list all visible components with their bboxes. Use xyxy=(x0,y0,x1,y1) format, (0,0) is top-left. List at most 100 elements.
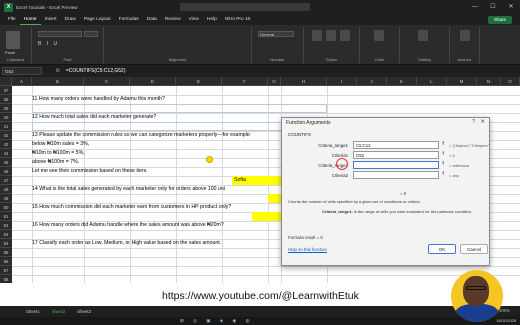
editing-icon[interactable] xyxy=(418,30,428,41)
row-header[interactable]: 54 xyxy=(0,239,12,249)
row-header[interactable]: 38 xyxy=(0,95,12,105)
cancel-button[interactable]: Cancel xyxy=(460,244,488,254)
formula-input[interactable]: =COUNTIFS(C5:C12,G52) xyxy=(66,68,126,74)
menu-nitro[interactable]: Nitro Pro 10 xyxy=(221,14,255,25)
grid-hline xyxy=(12,266,520,267)
row-header[interactable]: 47 xyxy=(0,176,12,186)
col-header-k[interactable]: K xyxy=(387,77,417,86)
range-picker-icon[interactable]: ⭡ xyxy=(442,151,444,157)
addins-icon[interactable] xyxy=(460,30,470,41)
col-header-n[interactable]: N xyxy=(477,77,501,86)
range-picker-icon[interactable]: ⭡ xyxy=(442,161,444,167)
dialog-close-icon[interactable]: ✕ xyxy=(480,119,485,125)
alignment-label: Alignment xyxy=(168,57,187,62)
fx-icon[interactable]: fx xyxy=(56,68,60,74)
ok-button[interactable]: OK xyxy=(428,244,456,254)
paste-label: Paste xyxy=(5,50,16,55)
paste-icon[interactable] xyxy=(6,31,20,49)
row-header[interactable]: 53 xyxy=(0,230,12,240)
criteria2-input[interactable] xyxy=(353,171,439,179)
sheet-tab[interactable]: Sheet1 xyxy=(20,309,46,314)
conditional-format-icon[interactable] xyxy=(312,30,322,41)
answer-16-cell[interactable] xyxy=(252,212,281,221)
row-header[interactable]: 45 xyxy=(0,158,12,168)
row-header[interactable]: 52 xyxy=(0,221,12,231)
formula-bar: G52 fx =COUNTIFS(C5:C12,G52) xyxy=(0,65,520,77)
row-header[interactable]: 55 xyxy=(0,248,12,258)
criteria1-input[interactable]: G52 xyxy=(353,151,439,159)
col-header-o[interactable]: O xyxy=(501,77,520,86)
row-header[interactable]: 51 xyxy=(0,212,12,222)
sheet-tab[interactable]: Sheet3 xyxy=(71,309,97,314)
row-header[interactable]: 44 xyxy=(0,149,12,159)
row-header[interactable]: 42 xyxy=(0,131,12,141)
col-header-a[interactable]: A xyxy=(12,77,32,86)
menu-insert[interactable]: Insert xyxy=(41,14,61,25)
answer-15-cell[interactable] xyxy=(268,194,281,203)
argument-description: Criteria_range1: is the range of cells y… xyxy=(322,209,490,214)
font-size-select[interactable] xyxy=(84,31,98,37)
zoom-level[interactable]: 100% xyxy=(499,308,510,313)
argument-description-label: Criteria_range1: xyxy=(322,209,353,214)
col-header-h[interactable]: H xyxy=(281,77,327,86)
col-header-g[interactable]: G xyxy=(268,77,281,86)
help-link[interactable]: Help on this function xyxy=(288,247,327,252)
cells-icon[interactable] xyxy=(374,30,384,41)
col-header-j[interactable]: J xyxy=(357,77,387,86)
range-picker-icon[interactable]: ⭡ xyxy=(442,141,444,147)
format-buttons[interactable]: B I U xyxy=(38,41,59,47)
col-header-d[interactable]: D xyxy=(130,77,176,86)
criteria-range2-result: = reference xyxy=(449,163,470,168)
row-header[interactable]: 40 xyxy=(0,113,12,123)
criteria1-result: = 0 xyxy=(449,153,455,158)
share-button[interactable]: Share xyxy=(488,16,512,24)
row-header[interactable]: 48 xyxy=(0,185,12,195)
taskbar-icons[interactable]: ⊞ ◎ ▣ ◈ ◉ ◍ xyxy=(180,318,254,324)
menu-draw[interactable]: Draw xyxy=(61,14,80,25)
row-header[interactable]: 49 xyxy=(0,194,12,204)
minimize-button[interactable]: — xyxy=(466,0,484,14)
col-header-b[interactable]: B xyxy=(32,77,84,86)
number-format-select[interactable]: General xyxy=(258,31,294,37)
menu-home[interactable]: Home xyxy=(19,14,41,25)
range-picker-icon[interactable]: ⭡ xyxy=(442,171,444,177)
menu-view[interactable]: View xyxy=(185,14,203,25)
menu-page-layout[interactable]: Page Layout xyxy=(80,14,115,25)
row-header[interactable]: 39 xyxy=(0,104,12,114)
menu-formulas[interactable]: Formulas xyxy=(115,14,143,25)
col-header-i[interactable]: I xyxy=(327,77,357,86)
help-icon[interactable]: ? xyxy=(472,119,475,125)
row-header[interactable]: 37 xyxy=(0,86,12,96)
close-button[interactable]: ✕ xyxy=(502,0,520,14)
sheet-tab[interactable]: Sheet2 xyxy=(46,309,72,314)
criteria-range1-input[interactable]: C5:C12 xyxy=(353,141,439,149)
row-header[interactable]: 43 xyxy=(0,140,12,150)
col-header-f[interactable]: F xyxy=(222,77,268,86)
row-header[interactable]: 50 xyxy=(0,203,12,213)
question-11-cell[interactable] xyxy=(32,104,327,113)
row-header[interactable]: 56 xyxy=(0,257,12,267)
ribbon: Paste Clipboard Font B I U Alignment Num… xyxy=(0,25,520,65)
menu-data[interactable]: Data xyxy=(143,14,161,25)
select-all-corner[interactable] xyxy=(0,77,12,86)
search-box[interactable] xyxy=(180,3,310,11)
col-header-l[interactable]: L xyxy=(417,77,447,86)
name-box[interactable]: G52 xyxy=(2,67,42,75)
font-name-select[interactable] xyxy=(38,31,82,37)
menu-file[interactable]: File xyxy=(4,14,20,25)
question-text: 14 What is the total sales generated by … xyxy=(32,186,225,192)
row-header[interactable]: 41 xyxy=(0,122,12,132)
col-header-e[interactable]: E xyxy=(176,77,222,86)
row-header[interactable]: 57 xyxy=(0,266,12,276)
sofia-cell-text: Sofia xyxy=(234,177,246,183)
row-header[interactable]: 46 xyxy=(0,167,12,177)
format-table-icon[interactable] xyxy=(326,30,336,41)
menu-review[interactable]: Review xyxy=(161,14,185,25)
maximize-button[interactable]: ☐ xyxy=(484,0,502,14)
col-header-c[interactable]: C xyxy=(84,77,130,86)
cell-styles-icon[interactable] xyxy=(340,30,350,41)
question-text: Let me see their commission based on the… xyxy=(32,168,148,174)
menu-help[interactable]: Help xyxy=(203,14,221,25)
criteria-range2-input[interactable] xyxy=(353,161,439,169)
col-header-m[interactable]: M xyxy=(447,77,477,86)
